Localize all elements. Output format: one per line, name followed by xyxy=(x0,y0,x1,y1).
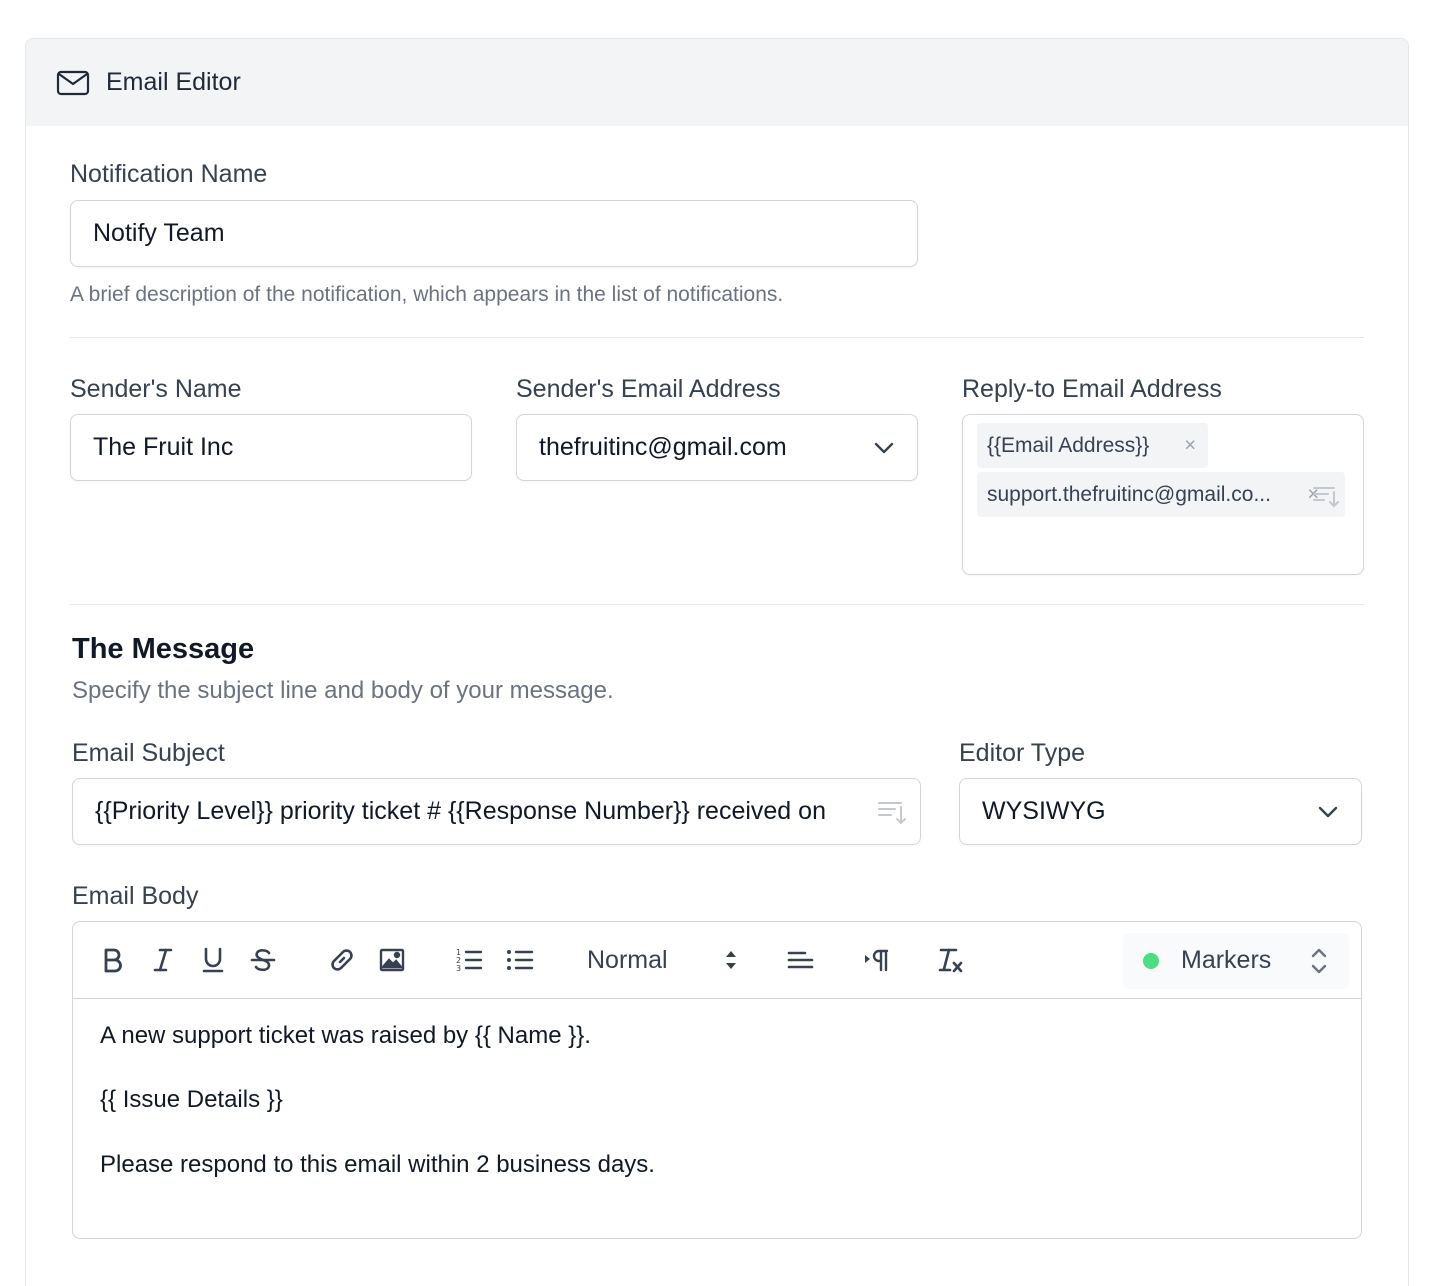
svg-text:3: 3 xyxy=(456,964,461,973)
marker-status-dot xyxy=(1143,953,1159,969)
editor-type-value: WYSIWYG xyxy=(982,797,1106,825)
sender-email-label: Sender's Email Address xyxy=(516,375,781,403)
remove-tag-icon[interactable]: × xyxy=(1184,434,1196,457)
rich-text-editor: 123 Normal Markers A new support ticket … xyxy=(72,921,1362,1239)
text-direction-icon[interactable] xyxy=(859,942,895,978)
text-expand-icon xyxy=(1313,487,1339,508)
mail-icon xyxy=(56,69,90,97)
underline-icon[interactable] xyxy=(195,942,231,978)
message-section-title: The Message xyxy=(72,633,255,665)
message-section-subtitle: Specify the subject line and body of you… xyxy=(72,677,614,704)
bullet-list-icon[interactable] xyxy=(502,942,538,978)
tag-label: support.thefruitinc@gmail.co... xyxy=(987,482,1271,506)
card-header: Email Editor xyxy=(26,39,1408,126)
editor-line: {{ Issue Details }} xyxy=(100,1086,283,1113)
email-body-label: Email Body xyxy=(72,882,199,910)
bold-icon[interactable] xyxy=(95,942,131,978)
markers-select[interactable]: Markers xyxy=(1123,933,1349,989)
email-subject-input[interactable]: {{Priority Level}} priority ticket # {{R… xyxy=(72,778,921,845)
sender-name-label: Sender's Name xyxy=(70,375,242,403)
image-icon[interactable] xyxy=(374,942,410,978)
link-icon[interactable] xyxy=(324,942,360,978)
strikethrough-icon[interactable] xyxy=(245,942,281,978)
clear-format-icon[interactable] xyxy=(932,942,968,978)
ordered-list-icon[interactable]: 123 xyxy=(451,942,487,978)
email-subject-label: Email Subject xyxy=(72,739,225,767)
sender-email-value: thefruitinc@gmail.com xyxy=(539,433,787,461)
italic-icon[interactable] xyxy=(145,942,181,978)
select-arrows-icon[interactable] xyxy=(713,942,749,978)
email-subject-value: {{Priority Level}} priority ticket # {{R… xyxy=(95,797,826,825)
chevron-up-down-icon xyxy=(1311,948,1327,974)
reply-to-tag: {{Email Address}} × xyxy=(977,423,1208,468)
markers-label: Markers xyxy=(1181,946,1272,974)
chevron-down-icon xyxy=(874,442,894,453)
editor-toolbar: 123 Normal Markers xyxy=(73,922,1361,999)
notification-name-label: Notification Name xyxy=(70,160,268,188)
editor-type-label: Editor Type xyxy=(959,739,1086,767)
chevron-down-icon xyxy=(1318,806,1338,817)
notification-name-input[interactable]: Notify Team xyxy=(70,200,918,267)
format-select-value: Normal xyxy=(587,945,668,974)
sender-email-select[interactable]: thefruitinc@gmail.com xyxy=(516,414,918,481)
align-icon[interactable] xyxy=(782,942,818,978)
tag-label: {{Email Address}} xyxy=(987,433,1150,457)
text-expand-icon xyxy=(878,802,906,825)
editor-line: A new support ticket was raised by {{ Na… xyxy=(100,1022,591,1049)
divider xyxy=(70,604,1364,605)
editor-type-select[interactable]: WYSIWYG xyxy=(959,778,1362,845)
reply-to-tag: support.thefruitinc@gmail.co... × xyxy=(977,472,1345,517)
divider xyxy=(70,337,1364,338)
sender-name-input[interactable]: The Fruit Inc xyxy=(70,414,472,481)
format-select[interactable]: Normal xyxy=(587,942,668,978)
notification-name-value: Notify Team xyxy=(93,219,225,247)
reply-to-label: Reply-to Email Address xyxy=(962,375,1222,403)
card-title: Email Editor xyxy=(106,68,241,96)
editor-line: Please respond to this email within 2 bu… xyxy=(100,1151,655,1178)
notification-name-help: A brief description of the notification,… xyxy=(70,283,784,306)
sender-name-value: The Fruit Inc xyxy=(93,433,234,461)
